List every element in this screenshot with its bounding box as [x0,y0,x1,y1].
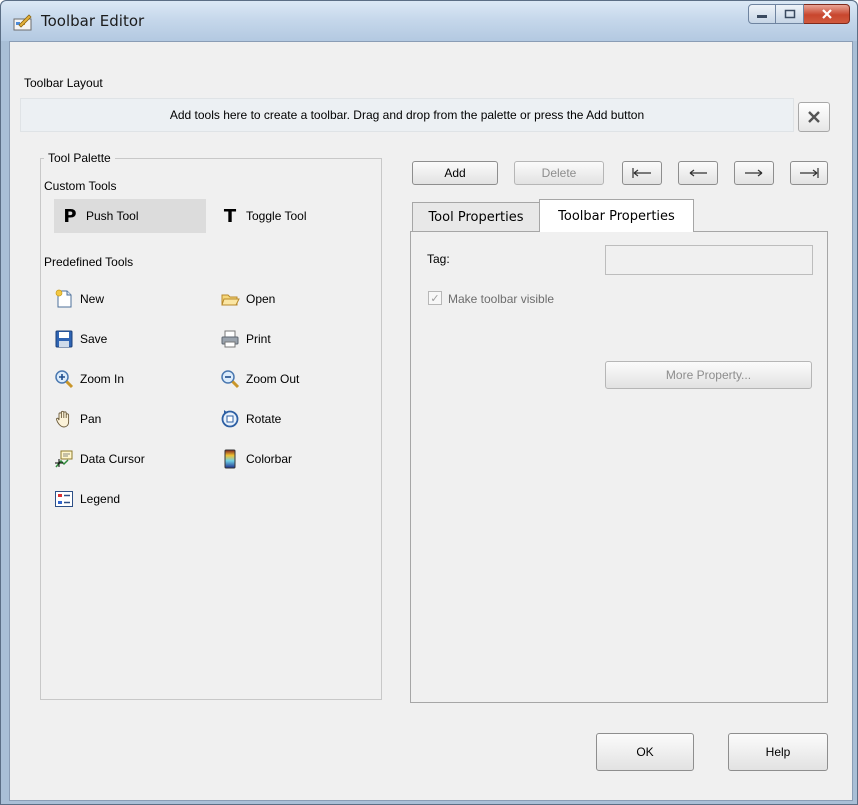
ok-button[interactable]: OK [596,733,694,771]
maximize-button[interactable] [776,4,804,24]
palette-tool-label: Toggle Tool [246,209,307,223]
palette-tool-zoom-out[interactable]: Zoom Out [220,362,350,396]
toolbar-editor-app-icon [13,14,32,31]
title-bar[interactable]: Toolbar Editor [1,1,857,41]
caption-buttons [748,4,850,26]
move-to-start-button[interactable] [622,161,662,185]
palette-tool-label: Open [246,292,276,306]
window-title: Toolbar Editor [41,12,145,30]
palette-tool-push[interactable]: P Push Tool [54,199,206,233]
new-document-icon [55,289,72,308]
palette-tool-open[interactable]: Open [220,282,350,316]
custom-tools-label: Custom Tools [44,179,117,193]
tag-label: Tag: [427,252,450,266]
maximize-icon [784,9,795,19]
move-left-button[interactable] [678,161,718,185]
tab-toolbar-properties[interactable]: Toolbar Properties [539,199,694,232]
predefined-tools-label: Predefined Tools [44,255,134,269]
clear-toolbar-button[interactable] [798,102,830,132]
palette-tool-new[interactable]: New [54,282,184,316]
toolbar-layout-hint: Add tools here to create a toolbar. Drag… [169,108,645,122]
palette-tool-colorbar[interactable]: Colorbar [220,442,350,476]
palette-tool-zoom-in[interactable]: Zoom In [54,362,184,396]
checkmark-icon: ✓ [430,292,440,305]
palette-tool-print[interactable]: Print [220,322,350,356]
toolbar-layout-label: Toolbar Layout [24,76,103,90]
toggle-tool-icon: T [223,205,237,227]
more-property-button[interactable]: More Property... [605,361,812,389]
palette-tool-label: Pan [80,412,102,426]
tag-field[interactable] [605,245,813,275]
palette-tool-label: Colorbar [246,452,293,466]
save-disk-icon [55,330,73,348]
zoom-in-icon [55,370,74,389]
palette-tool-label: Push Tool [86,209,139,223]
printer-icon [221,330,239,348]
make-visible-label: Make toolbar visible [448,292,555,306]
legend-icon [55,491,73,507]
move-to-start-icon [632,168,651,178]
palette-tool-label: Legend [80,492,121,506]
tab-label: Tool Properties [428,210,524,225]
add-button-label: Add [444,166,466,180]
tab-label: Toolbar Properties [558,208,675,224]
palette-tool-label: Print [246,332,271,346]
move-to-end-button[interactable] [790,161,828,185]
close-icon [808,111,820,123]
palette-tool-label: Zoom Out [246,372,300,386]
tab-tool-properties[interactable]: Tool Properties [412,202,540,232]
colorbar-icon [224,449,236,469]
delete-tool-button[interactable]: Delete [514,161,604,185]
close-window-button[interactable] [804,4,850,24]
make-visible-checkbox[interactable]: ✓ [428,291,442,305]
palette-tool-data-cursor[interactable]: Data Cursor [54,442,194,476]
palette-tool-label: Save [80,332,108,346]
palette-tool-rotate[interactable]: Rotate [220,402,350,436]
palette-tool-label: New [80,292,105,306]
move-right-button[interactable] [734,161,774,185]
toolbar-editor-window: Toolbar Editor Toolbar Layout Add tools … [0,0,858,805]
palette-tool-label: Data Cursor [80,452,145,466]
help-button[interactable]: Help [728,733,828,771]
push-tool-icon: P [63,205,77,227]
palette-tool-label: Zoom In [80,372,125,386]
tool-palette-title: Tool Palette [44,151,115,165]
toolbar-layout-drop-area[interactable]: Add tools here to create a toolbar. Drag… [20,98,794,132]
palette-tool-toggle[interactable]: T Toggle Tool [220,199,350,233]
data-cursor-icon [55,450,73,468]
palette-tool-pan[interactable]: Pan [54,402,184,436]
close-icon [821,9,832,19]
zoom-out-icon [221,370,240,389]
move-left-icon [689,169,707,177]
palette-tool-label: Rotate [246,412,282,426]
add-tool-button[interactable]: Add [412,161,498,185]
ok-label: OK [636,745,654,759]
palette-tool-legend[interactable]: Legend [54,482,184,516]
move-right-icon [745,169,763,177]
palette-tool-save[interactable]: Save [54,322,184,356]
minimize-button[interactable] [748,4,776,24]
delete-button-label: Delete [541,166,577,180]
help-label: Help [765,745,791,759]
minimize-icon [757,15,767,18]
more-property-label: More Property... [665,368,752,382]
move-to-end-icon [800,168,819,178]
editor-client-area: Toolbar Layout Add tools here to create … [9,41,853,801]
open-folder-icon [221,294,240,306]
rotate-icon [221,410,239,428]
pan-hand-icon [56,410,70,428]
